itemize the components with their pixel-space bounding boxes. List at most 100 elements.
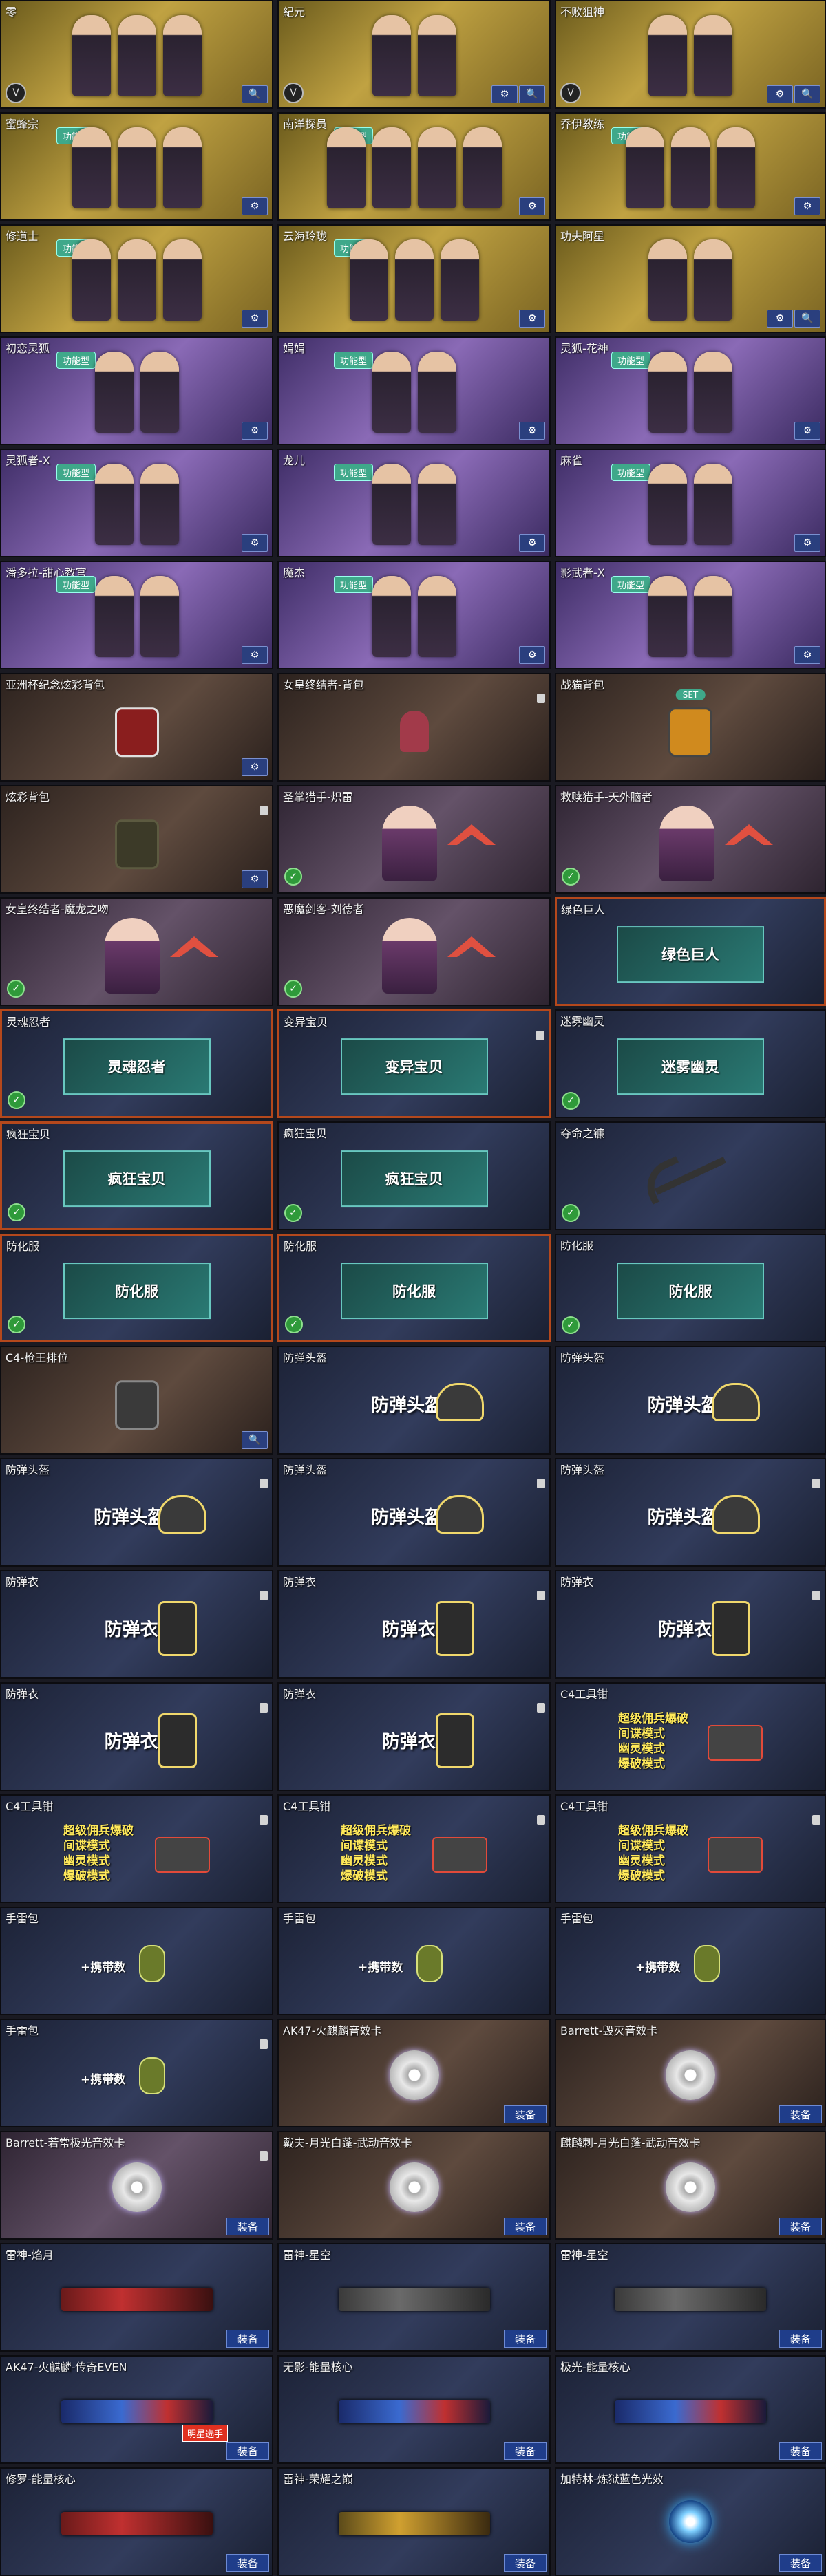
item-card[interactable]: 初恋灵狐 功能型 ⚙ <box>0 336 273 445</box>
item-card[interactable]: 雷神-星空 装备 <box>277 2243 551 2352</box>
item-card[interactable]: 灵魂忍者 灵魂忍者 ✓ <box>0 1009 273 1118</box>
equip-button[interactable]: 装备 <box>504 2330 547 2348</box>
item-card[interactable]: 娟娟 功能型 ⚙ <box>277 336 551 445</box>
equip-button[interactable]: 装备 <box>779 2330 822 2348</box>
item-card[interactable]: 战猫背包 SET <box>555 673 826 782</box>
gear-button[interactable]: ⚙ <box>491 85 518 103</box>
item-card[interactable]: 零 V 🔍 <box>0 0 273 109</box>
equip-button[interactable]: 装备 <box>226 2442 269 2460</box>
item-card[interactable]: 防弹衣 防弹衣 <box>277 1682 551 1791</box>
gear-button[interactable]: ⚙ <box>794 534 820 552</box>
search-button[interactable]: 🔍 <box>519 85 545 103</box>
equip-button[interactable]: 装备 <box>504 2442 547 2460</box>
item-card[interactable]: 防化服 防化服 ✓ <box>277 1234 551 1342</box>
gear-button[interactable]: ⚙ <box>519 197 545 215</box>
item-card[interactable]: 防弹头盔 防弹头盔 <box>277 1458 551 1567</box>
item-card[interactable]: 乔伊教练功能型⚙ <box>555 112 826 221</box>
equip-button[interactable]: 装备 <box>779 2442 822 2460</box>
item-card[interactable]: 疯狂宝贝 疯狂宝贝 ✓ <box>0 1121 273 1230</box>
gear-button[interactable]: ⚙ <box>519 534 545 552</box>
equip-button[interactable]: 装备 <box>504 2218 547 2235</box>
item-card[interactable]: 潘多拉-甜心教官 功能型 ⚙ <box>0 561 273 669</box>
item-card[interactable]: 防化服 防化服 ✓ <box>555 1234 826 1342</box>
item-card[interactable]: C4工具钳 超级佣兵爆破 间谍模式 幽灵模式 爆破模式 <box>555 1794 826 1903</box>
search-button[interactable]: 🔍 <box>794 85 820 103</box>
item-card[interactable]: AK47-火麒麟-传奇EVEN 明星选手 装备 <box>0 2355 273 2464</box>
item-card[interactable]: 女皇终结者-魔龙之吻 ✓ <box>0 897 273 1006</box>
gear-button[interactable]: ⚙ <box>519 646 545 664</box>
item-card[interactable]: 女皇终结者-背包 <box>277 673 551 782</box>
item-card[interactable]: 手雷包 +携带数 <box>0 1907 273 2015</box>
item-card[interactable]: 魔杰 功能型 ⚙ <box>277 561 551 669</box>
gear-button[interactable]: ⚙ <box>767 85 793 103</box>
gear-button[interactable]: ⚙ <box>242 870 268 888</box>
search-button[interactable]: 🔍 <box>242 85 268 103</box>
item-card[interactable]: 影武者-X 功能型 ⚙ <box>555 561 826 669</box>
gear-button[interactable]: ⚙ <box>242 310 268 328</box>
item-card[interactable]: Barrett-若常极光音效卡 装备 <box>0 2131 273 2240</box>
gear-button[interactable]: ⚙ <box>242 758 268 776</box>
equip-button[interactable]: 装备 <box>226 2218 269 2235</box>
item-card[interactable]: 云海玲珑功能型⚙ <box>277 224 551 333</box>
item-card[interactable]: 疯狂宝贝 疯狂宝贝 ✓ <box>277 1121 551 1230</box>
equip-button[interactable]: 装备 <box>226 2330 269 2348</box>
item-card[interactable]: C4工具钳 超级佣兵爆破 间谍模式 幽灵模式 爆破模式 <box>555 1682 826 1791</box>
item-card[interactable]: 防弹头盔 防弹头盔 <box>0 1458 273 1567</box>
item-card[interactable]: 防弹头盔 防弹头盔 <box>277 1346 551 1455</box>
item-card[interactable]: 雷神-焰月 装备 <box>0 2243 273 2352</box>
equip-button[interactable]: 装备 <box>504 2105 547 2123</box>
item-card[interactable]: 功夫阿星 ⚙ 🔍 <box>555 224 826 333</box>
item-card[interactable]: 龙儿 功能型 ⚙ <box>277 449 551 557</box>
item-card[interactable]: AK47-火麒麟音效卡 装备 <box>277 2019 551 2127</box>
item-card[interactable]: 灵狐-花神 功能型 ⚙ <box>555 336 826 445</box>
item-card[interactable]: 手雷包 +携带数 <box>277 1907 551 2015</box>
gear-button[interactable]: ⚙ <box>242 646 268 664</box>
item-card[interactable]: Barrett-毁灭音效卡 装备 <box>555 2019 826 2127</box>
item-card[interactable]: 雷神-荣耀之巅 装备 <box>277 2467 551 2576</box>
gear-button[interactable]: ⚙ <box>794 646 820 664</box>
item-card[interactable]: C4-枪王排位 🔍 <box>0 1346 273 1455</box>
item-card[interactable]: 防弹衣 防弹衣 <box>0 1570 273 1679</box>
equip-button[interactable]: 装备 <box>779 2218 822 2235</box>
item-card[interactable]: 麻雀 功能型 ⚙ <box>555 449 826 557</box>
item-card[interactable]: 修道士功能型⚙ <box>0 224 273 333</box>
item-card[interactable]: 手雷包 +携带数 <box>0 2019 273 2127</box>
gear-button[interactable]: ⚙ <box>242 197 268 215</box>
item-card[interactable]: 无影-能量核心 装备 <box>277 2355 551 2464</box>
item-card[interactable]: 修罗-能量核心 装备 <box>0 2467 273 2576</box>
item-card[interactable]: 救赎猎手-天外脑者 ✓ <box>555 785 826 894</box>
item-card[interactable]: 戴夫-月光白蓬-武动音效卡 装备 <box>277 2131 551 2240</box>
item-card[interactable]: 夺命之镰 ✓ <box>555 1121 826 1230</box>
gear-button[interactable]: ⚙ <box>519 310 545 328</box>
item-card[interactable]: 手雷包 +携带数 <box>555 1907 826 2015</box>
item-card[interactable]: 恶魔剑客-刘德者 ✓ <box>277 897 551 1006</box>
item-card[interactable]: 防化服 防化服 ✓ <box>0 1234 273 1342</box>
item-card[interactable]: 防弹衣 防弹衣 <box>555 1570 826 1679</box>
item-card[interactable]: 防弹头盔 防弹头盔 <box>555 1458 826 1567</box>
item-card[interactable]: 迷雾幽灵 迷雾幽灵 ✓ <box>555 1009 826 1118</box>
item-card[interactable]: 极光-能量核心 装备 <box>555 2355 826 2464</box>
item-card[interactable]: 加特林-炼狱蓝色光效 装备 <box>555 2467 826 2576</box>
item-card[interactable]: 炫彩背包 ⚙ <box>0 785 273 894</box>
item-card[interactable]: 南洋探员功能型⚙ <box>277 112 551 221</box>
item-card[interactable]: 不败狙神 V ⚙ 🔍 <box>555 0 826 109</box>
item-card[interactable]: C4工具钳 超级佣兵爆破 间谍模式 幽灵模式 爆破模式 <box>277 1794 551 1903</box>
search-button[interactable]: 🔍 <box>242 1431 268 1449</box>
item-card[interactable]: 防弹衣 防弹衣 <box>0 1682 273 1791</box>
equip-button[interactable]: 装备 <box>504 2554 547 2572</box>
item-card[interactable]: 绿色巨人 绿色巨人 <box>555 897 826 1006</box>
item-card[interactable]: 变异宝贝 变异宝贝 <box>277 1009 551 1118</box>
gear-button[interactable]: ⚙ <box>794 422 820 440</box>
search-button[interactable]: 🔍 <box>794 310 820 328</box>
gear-button[interactable]: ⚙ <box>767 310 793 328</box>
equip-button[interactable]: 装备 <box>779 2105 822 2123</box>
item-card[interactable]: 灵狐者-X 功能型 ⚙ <box>0 449 273 557</box>
gear-button[interactable]: ⚙ <box>242 534 268 552</box>
gear-button[interactable]: ⚙ <box>794 197 820 215</box>
gear-button[interactable]: ⚙ <box>242 422 268 440</box>
item-card[interactable]: C4工具钳 超级佣兵爆破 间谍模式 幽灵模式 爆破模式 <box>0 1794 273 1903</box>
item-card[interactable]: 亚洲杯纪念炫彩背包 ⚙ <box>0 673 273 782</box>
item-card[interactable]: 蜜蜂宗功能型⚙ <box>0 112 273 221</box>
gear-button[interactable]: ⚙ <box>519 422 545 440</box>
item-card[interactable]: 圣掌猎手-炽雷 ✓ <box>277 785 551 894</box>
